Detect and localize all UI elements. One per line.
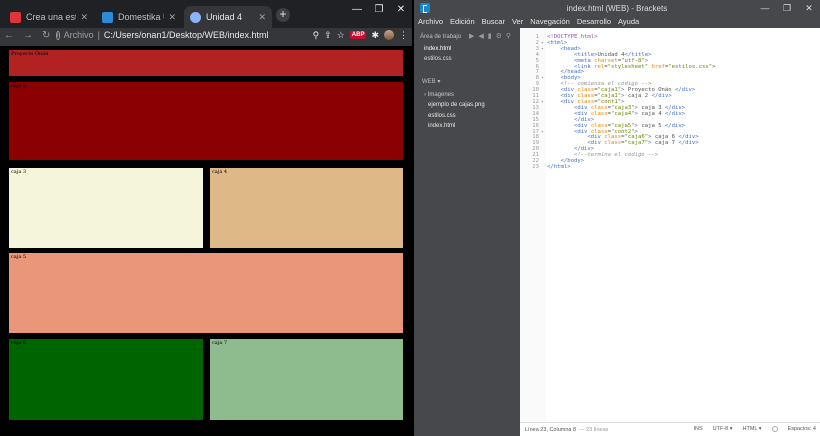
indent-spaces[interactable]: Espacios: 4 (788, 426, 816, 432)
rewind-icon[interactable]: ◀ (478, 32, 483, 40)
search-icon[interactable]: ⚲ (506, 32, 511, 40)
share-icon[interactable]: ⇪ (324, 30, 332, 41)
tab-label: Crea una estructura (26, 12, 76, 22)
box-caja-3: caja 3 (9, 168, 203, 248)
tab-unidad-4[interactable]: Unidad 4 ✕ (184, 6, 272, 28)
search-icon[interactable]: ⚲ (313, 30, 320, 41)
gear-icon[interactable]: ⚙ (496, 32, 502, 40)
code-editor[interactable]: 1 <!DOCTYPE html> 2 ▾ <html> 3 ▾ <head> 4 <titl… (520, 28, 820, 422)
back-icon[interactable]: ← (4, 30, 14, 41)
folder-imagenes[interactable]: › Imagenes (424, 92, 454, 98)
line-count: — 23 líneas (579, 427, 609, 433)
drive-favicon-icon (102, 11, 113, 23)
file-index-html[interactable]: index.html (428, 123, 455, 129)
maximize-icon[interactable]: ❐ (776, 0, 798, 16)
encoding-select[interactable]: UTF-8 ▾ (713, 426, 733, 432)
close-icon[interactable]: ✕ (80, 12, 88, 23)
close-icon[interactable]: ✕ (798, 0, 820, 16)
menu-archivo[interactable]: Archivo (418, 16, 443, 28)
tab-label: Unidad 4 (206, 12, 243, 22)
linting-status-icon[interactable] (771, 426, 778, 432)
globe-favicon-icon (190, 11, 201, 23)
maximize-icon[interactable]: ❐ (368, 0, 390, 20)
status-right: INS UTF-8 ▾ HTML ▾ Espacios: 4 (693, 426, 816, 432)
close-icon[interactable]: ✕ (390, 0, 412, 20)
sidebar: Área de trabajo ▶ ◀ ▮ ⚙ ⚲ index.html est… (414, 28, 520, 436)
address-bar[interactable]: i Archivo | C:/Users/onan1/Desktop/WEB/i… (56, 28, 269, 42)
box-caja-5: caja 5 (9, 253, 403, 333)
page-viewport: Proyecto Onán caja 2 caja 3 caja 4 caja … (0, 46, 412, 436)
minimize-icon[interactable]: — (346, 0, 368, 20)
brackets-window: index.html (WEB) - Brackets — ❐ ✕ Archiv… (414, 0, 820, 436)
working-files-controls: ▶ ◀ ▮ ⚙ ⚲ (469, 32, 511, 40)
box-caja-2: caja 2 (9, 82, 403, 160)
box-label: caja 7 (212, 340, 228, 346)
menu-edicion[interactable]: Edición (450, 16, 475, 28)
avatar[interactable] (384, 30, 394, 40)
menu-ver[interactable]: Ver (512, 16, 523, 28)
domestika-favicon-icon (10, 11, 21, 23)
title-bar: index.html (WEB) - Brackets — ❐ ✕ (414, 0, 820, 16)
adblock-icon[interactable]: ABP (349, 31, 367, 39)
file-ejemplo-de-cajas[interactable]: ejemplo de cajas.png (428, 102, 485, 108)
close-icon[interactable]: ✕ (168, 12, 176, 23)
menu-ayuda[interactable]: Ayuda (618, 16, 639, 28)
new-tab-button[interactable]: + (276, 8, 290, 22)
file-estilos-css[interactable]: estilos.css (428, 113, 456, 119)
menu-desarrollo[interactable]: Desarrollo (577, 16, 611, 28)
code-line[interactable]: 23 </html> (520, 163, 820, 171)
cursor-position-text: Línea 23, Columna 8 (525, 427, 577, 433)
working-file-index-html[interactable]: index.html (424, 46, 451, 52)
reload-icon[interactable]: ↻ (42, 30, 50, 41)
chrome-window: Crea una estructura ✕ Domestika Unidad ✕… (0, 0, 412, 436)
menu-navegacion[interactable]: Navegación (530, 16, 570, 28)
forward-icon[interactable]: → (23, 30, 33, 41)
box-label: caja 4 (212, 169, 228, 175)
split-view-icon[interactable]: ▮ (488, 32, 492, 40)
insert-mode[interactable]: INS (693, 426, 702, 432)
window-controls: — ❐ ✕ (754, 0, 820, 16)
tab-label: Domestika Unidad (118, 12, 164, 22)
minimize-icon[interactable]: — (754, 0, 776, 16)
box-label: caja 6 (11, 340, 27, 346)
tab-domestika-unidad[interactable]: Domestika Unidad ✕ (96, 6, 182, 28)
play-icon[interactable]: ▶ (469, 32, 474, 40)
working-file-estilos-css[interactable]: estilos.css (424, 56, 452, 62)
box-caja-7: caja 7 (210, 339, 403, 420)
line-number: 23 (532, 163, 539, 170)
cursor-position: Línea 23, Columna 8— 23 líneas (525, 427, 608, 433)
language-mode-select[interactable]: HTML ▾ (743, 426, 762, 432)
status-bar: Línea 23, Columna 8— 23 líneas INS UTF-8… (520, 422, 820, 436)
toolbar-icons: ⚲ ⇪ ☆ ABP ✱ ⋮ (313, 28, 408, 42)
box-caja-6: caja 6 (9, 339, 203, 420)
close-icon[interactable]: ✕ (258, 12, 266, 23)
menu-bar: Archivo Edición Buscar Ver Navegación De… (418, 16, 639, 28)
window-controls: — ❐ ✕ (346, 0, 412, 20)
info-icon[interactable]: i (56, 30, 60, 40)
working-files-header: Área de trabajo (420, 34, 462, 40)
code-area[interactable]: 1 <!DOCTYPE html> 2 ▾ <html> 3 ▾ <head> 4 <titl… (520, 34, 820, 171)
url-text[interactable]: C:/Users/onan1/Desktop/WEB/index.html (104, 30, 269, 40)
box-label: caja 5 (11, 254, 27, 260)
box-proyecto-onan: Proyecto Onán (9, 50, 403, 76)
scheme-label: Archivo (63, 30, 94, 40)
box-label: caja 2 (11, 83, 27, 89)
tab-strip: Crea una estructura ✕ Domestika Unidad ✕… (0, 0, 412, 28)
box-caja-4: caja 4 (210, 168, 403, 248)
project-selector[interactable]: WEB ▾ (422, 78, 440, 85)
box-label: Proyecto Onán (11, 51, 49, 57)
extensions-icon[interactable]: ✱ (371, 30, 379, 41)
menu-icon[interactable]: ⋮ (399, 30, 408, 41)
menu-buscar[interactable]: Buscar (482, 16, 505, 28)
box-label: caja 3 (11, 169, 27, 175)
tab-crea-estructura[interactable]: Crea una estructura ✕ (4, 6, 94, 28)
separator: | (97, 30, 100, 40)
bookmark-star-icon[interactable]: ☆ (337, 30, 345, 41)
